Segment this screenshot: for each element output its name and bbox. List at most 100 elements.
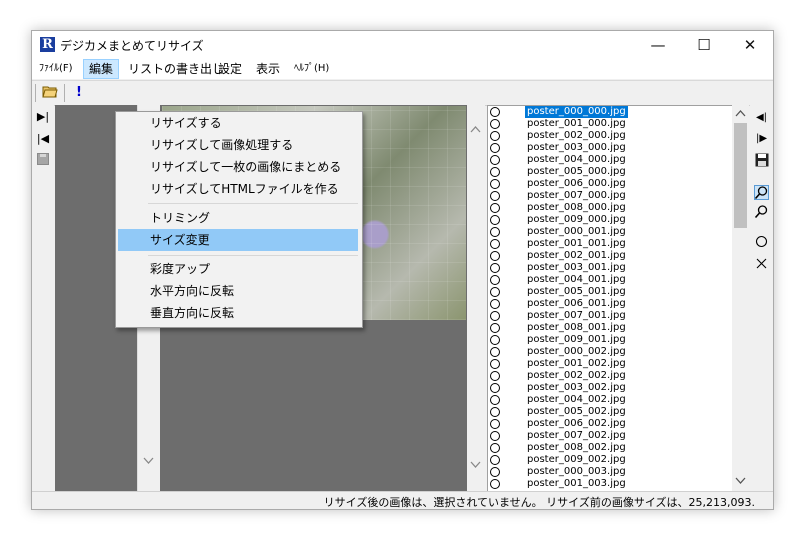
file-list-item[interactable]: poster_008_000.jpg <box>488 202 732 214</box>
next-icon[interactable]: |▶ <box>753 130 770 147</box>
preview-scrollbar[interactable] <box>467 105 485 491</box>
file-list-item[interactable]: poster_009_001.jpg <box>488 334 732 346</box>
menu-item-resize-process[interactable]: リサイズして画像処理する <box>118 134 358 156</box>
file-list-item[interactable]: poster_000_002.jpg <box>488 346 732 358</box>
menu-item-flip-horizontal[interactable]: 水平方向に反転 <box>118 280 358 302</box>
menu-item-resize[interactable]: リサイズする <box>118 112 358 134</box>
previous-icon[interactable]: ◀| <box>753 109 770 126</box>
file-list-item[interactable]: poster_002_001.jpg <box>488 250 732 262</box>
file-list-item[interactable]: poster_000_003.jpg <box>488 466 732 478</box>
scroll-down-icon[interactable] <box>470 461 481 469</box>
file-list-item[interactable]: poster_003_001.jpg <box>488 262 732 274</box>
file-list-item[interactable]: poster_006_002.jpg <box>488 418 732 430</box>
file-list-item[interactable]: poster_006_001.jpg <box>488 298 732 310</box>
scroll-down-icon[interactable] <box>143 457 154 465</box>
file-list[interactable]: poster_000_000.jpg poster_001_000.jpg post… <box>487 105 733 493</box>
menu-file[interactable]: ﾌｧｲﾙ(F) <box>34 59 78 79</box>
file-list-item[interactable]: poster_003_002.jpg <box>488 382 732 394</box>
unmarked-circle-icon <box>490 239 500 249</box>
scroll-up-icon[interactable] <box>470 125 481 133</box>
maximize-button[interactable]: ☐ <box>681 31 727 59</box>
unmarked-circle-icon <box>490 179 500 189</box>
file-list-item[interactable]: poster_009_000.jpg <box>488 214 732 226</box>
file-list-item[interactable]: poster_000_001.jpg <box>488 226 732 238</box>
menu-item-resize-combine[interactable]: リサイズして一枚の画像にまとめる <box>118 156 358 178</box>
zoom-out-icon[interactable] <box>753 185 770 202</box>
unmarked-circle-icon <box>490 383 500 393</box>
menu-help[interactable]: ﾍﾙﾌﾟ(H) <box>289 59 334 79</box>
scrollbar-thumb[interactable] <box>734 123 747 228</box>
unmarked-circle-icon <box>490 395 500 405</box>
file-list-item[interactable]: poster_004_002.jpg <box>488 394 732 406</box>
unmarked-circle-icon <box>490 419 500 429</box>
unmark-icon[interactable] <box>753 257 770 274</box>
file-list-item[interactable]: poster_001_000.jpg <box>488 118 732 130</box>
unmarked-circle-icon <box>490 323 500 333</box>
file-list-item[interactable]: poster_001_003.jpg <box>488 478 732 490</box>
file-name: poster_003_001.jpg <box>527 262 626 273</box>
menu-item-resize-html[interactable]: リサイズしてHTMLファイルを作る <box>118 178 358 200</box>
menu-item-change-size[interactable]: サイズ変更 <box>118 229 358 251</box>
menu-item-trimming[interactable]: トリミング <box>118 207 358 229</box>
file-list-item[interactable]: poster_000_000.jpg <box>488 106 732 118</box>
unmarked-circle-icon <box>490 455 500 465</box>
file-list-item[interactable]: poster_008_001.jpg <box>488 322 732 334</box>
app-icon: R <box>40 37 55 52</box>
file-name: poster_009_002.jpg <box>527 454 626 465</box>
file-list-item[interactable]: poster_005_001.jpg <box>488 286 732 298</box>
status-bar: リサイズ後の画像は、選択されていません。 リサイズ前の画像サイズは、25,213… <box>32 491 773 509</box>
minimize-button[interactable]: — <box>635 31 681 59</box>
file-list-item[interactable]: poster_004_001.jpg <box>488 274 732 286</box>
file-list-item[interactable]: poster_001_001.jpg <box>488 238 732 250</box>
file-list-scrollbar[interactable] <box>732 105 749 491</box>
menu-view[interactable]: 表示 <box>251 59 285 79</box>
close-button[interactable]: ✕ <box>727 31 773 59</box>
unmarked-circle-icon <box>490 191 500 201</box>
menu-settings[interactable]: 設定 <box>213 59 247 79</box>
right-toolbar: ◀| |▶ <box>750 105 773 491</box>
toolbar-separator <box>64 84 65 102</box>
unmarked-circle-icon <box>490 431 500 441</box>
menu-edit[interactable]: 編集 <box>83 59 120 79</box>
file-list-item[interactable]: poster_007_000.jpg <box>488 190 732 202</box>
file-name: poster_005_001.jpg <box>527 286 626 297</box>
file-list-item[interactable]: poster_001_002.jpg <box>488 358 732 370</box>
file-list-item[interactable]: poster_007_002.jpg <box>488 430 732 442</box>
file-list-item[interactable]: poster_003_000.jpg <box>488 142 732 154</box>
unmarked-circle-icon <box>490 371 500 381</box>
title-bar: R デジカメまとめてリサイズ — ☐ ✕ <box>32 31 773 59</box>
file-name: poster_004_001.jpg <box>527 274 626 285</box>
unmarked-circle-icon <box>490 251 500 261</box>
mark-icon[interactable] <box>753 235 770 252</box>
scroll-down-icon[interactable] <box>735 477 746 485</box>
file-list-item[interactable]: poster_004_000.jpg <box>488 154 732 166</box>
zoom-in-icon[interactable] <box>753 204 770 221</box>
open-folder-icon[interactable] <box>41 84 59 102</box>
file-name: poster_001_003.jpg <box>527 478 626 489</box>
unmarked-circle-icon <box>490 227 500 237</box>
previous-icon[interactable]: |◀ <box>35 131 51 147</box>
scroll-up-icon[interactable] <box>735 109 746 117</box>
menu-item-flip-vertical[interactable]: 垂直方向に反転 <box>118 302 358 324</box>
menu-bar: ﾌｧｲﾙ(F) 編集 リストの書き出し 設定 表示 ﾍﾙﾌﾟ(H) <box>32 59 773 79</box>
file-name: poster_000_001.jpg <box>527 226 626 237</box>
file-list-item[interactable]: poster_009_002.jpg <box>488 454 732 466</box>
run-resize-icon[interactable]: ! <box>70 84 88 102</box>
file-name: poster_009_001.jpg <box>527 334 626 345</box>
unmarked-circle-icon <box>490 215 500 225</box>
file-list-item[interactable]: poster_002_000.jpg <box>488 130 732 142</box>
next-icon[interactable]: ▶| <box>35 109 51 125</box>
file-name: poster_002_000.jpg <box>527 130 626 141</box>
file-list-item[interactable]: poster_007_001.jpg <box>488 310 732 322</box>
file-list-item[interactable]: poster_005_002.jpg <box>488 406 732 418</box>
save-icon[interactable] <box>753 153 770 170</box>
file-name: poster_004_000.jpg <box>527 154 626 165</box>
unmarked-circle-icon <box>490 155 500 165</box>
file-list-item[interactable]: poster_005_000.jpg <box>488 166 732 178</box>
file-list-item[interactable]: poster_006_000.jpg <box>488 178 732 190</box>
file-list-item[interactable]: poster_002_002.jpg <box>488 370 732 382</box>
file-name: poster_003_000.jpg <box>527 142 626 153</box>
menu-item-saturation-up[interactable]: 彩度アップ <box>118 258 358 280</box>
file-list-item[interactable]: poster_008_002.jpg <box>488 442 732 454</box>
unmarked-circle-icon <box>490 275 500 285</box>
